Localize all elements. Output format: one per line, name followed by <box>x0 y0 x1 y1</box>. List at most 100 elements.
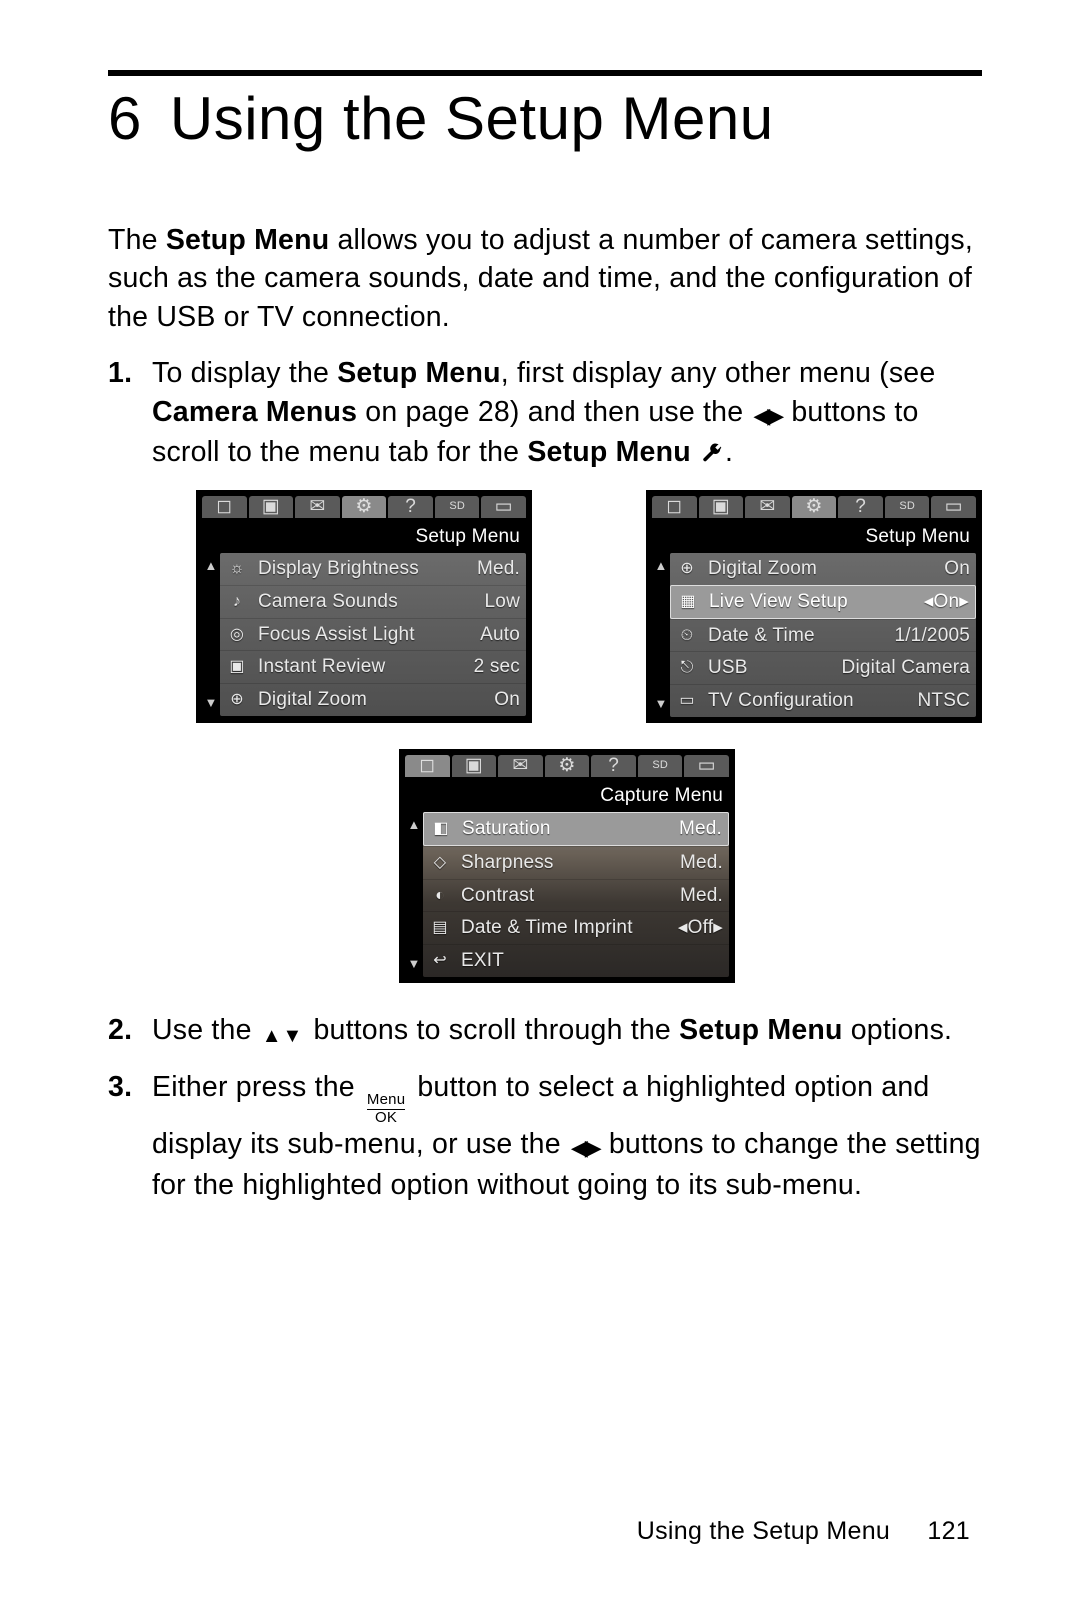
menu-row: ⎋ USB Digital Camera <box>670 651 976 684</box>
tab-icon: ▭ <box>684 755 729 777</box>
menu-value: On <box>944 556 970 582</box>
text: options. <box>843 1014 953 1046</box>
menu-row: ◐ Contrast Med. <box>423 879 729 912</box>
menu-row: ☼ Display Brightness Med. <box>220 553 526 585</box>
menu-row: ▣ Instant Review 2 sec <box>220 650 526 683</box>
page-footer: Using the Setup Menu 121 <box>637 1517 970 1546</box>
menu-row-exit: ↩EXIT <box>423 944 729 977</box>
step-3: Either press the MenuOK button to select… <box>108 1068 982 1204</box>
chapter-number: 6 <box>108 84 142 153</box>
tab-setup-icon: ⚙ <box>342 496 387 518</box>
exit-icon: ↩ <box>427 950 453 972</box>
tv-icon: ▭ <box>674 690 700 712</box>
tab-icon: ? <box>388 496 433 518</box>
scroll-indicator: ▲▼ <box>202 553 220 715</box>
focus-icon: ◎ <box>224 624 250 646</box>
menu-value: Med. <box>679 816 722 842</box>
menu-label: Date & Time Imprint <box>461 915 670 941</box>
lcd-setup-right: ◻ ▣ ✉ ⚙ ? SD ▭ Setup Menu ▲▼ ⊕Digital Zo… <box>646 490 982 723</box>
page-number: 121 <box>927 1517 970 1545</box>
tab-setup-icon: ⚙ <box>792 496 837 518</box>
menu-row: ⊕ Digital Zoom On <box>220 683 526 716</box>
scroll-indicator: ▲▼ <box>405 812 423 976</box>
menu-value: Med. <box>680 883 723 909</box>
menu-label: USB <box>708 655 834 681</box>
menu-label: Digital Zoom <box>258 687 486 713</box>
tab-bar: ◻ ▣ ✉ ⚙ ? SD ▭ <box>202 496 526 518</box>
menu-value: Med. <box>680 850 723 876</box>
menu-value: ◂Off▸ <box>678 915 723 941</box>
brightness-icon: ☼ <box>224 558 250 580</box>
zoom-icon: ⊕ <box>224 689 250 711</box>
menu-label: Live View Setup <box>709 589 916 615</box>
left-right-arrows-icon <box>571 1127 599 1165</box>
review-icon: ▣ <box>224 656 250 678</box>
lcd-title: Setup Menu <box>202 522 526 554</box>
text: , first display any other menu (see <box>501 357 936 389</box>
menu-ok-button-icon: MenuOK <box>367 1092 405 1126</box>
chapter-header: 6 Using the Setup Menu <box>108 84 982 153</box>
sharpness-icon: ◇ <box>427 852 453 874</box>
tab-icon: ⚙ <box>545 755 590 777</box>
tab-icon: ▣ <box>699 496 744 518</box>
tab-icon: ? <box>591 755 636 777</box>
text: on page 28) and then use the <box>357 396 751 428</box>
date-imprint-icon: ▤ <box>427 917 453 939</box>
scroll-indicator: ▲▼ <box>652 553 670 716</box>
menu-value: On <box>494 687 520 713</box>
tab-icon: ▣ <box>452 755 497 777</box>
step-1: To display the Setup Menu, first display… <box>108 354 982 982</box>
clock-icon: ⏲ <box>674 625 700 647</box>
menu-row-highlighted: ◧ Saturation Med. <box>423 812 729 846</box>
bold-setup-menu: Setup Menu <box>166 224 330 256</box>
footer-label: Using the Setup Menu <box>637 1517 890 1545</box>
step-2: Use the buttons to scroll through the Se… <box>108 1011 982 1052</box>
lcd-capture-center: ◻ ▣ ✉ ⚙ ? SD ▭ Capture Menu ▲▼ ◧Saturati… <box>399 749 735 983</box>
tab-bar: ◻ ▣ ✉ ⚙ ? SD ▭ <box>652 496 976 518</box>
tab-icon: ? <box>838 496 883 518</box>
menu-label: Sharpness <box>461 850 672 876</box>
tab-icon: SD <box>638 755 683 777</box>
menu-row: ◇ Sharpness Med. <box>423 846 729 879</box>
menu-row: ⊕Digital ZoomOn <box>670 553 976 585</box>
menu-label: Saturation <box>462 816 671 842</box>
menu-value: Digital Camera <box>842 655 970 681</box>
menu-value: Med. <box>477 556 520 582</box>
text: To display the <box>152 357 337 389</box>
menu-value: Auto <box>480 622 520 648</box>
tab-icon: ▣ <box>249 496 294 518</box>
menu-label: Display Brightness <box>258 556 469 582</box>
menu-value: Low <box>485 589 520 615</box>
tab-icon: SD <box>435 496 480 518</box>
left-right-arrows-icon <box>753 395 781 433</box>
menu-row-highlighted: ▦ Live View Setup ◂On▸ <box>670 585 976 619</box>
menu-label: Digital Zoom <box>708 556 936 582</box>
menu-label: Date & Time <box>708 623 886 649</box>
tab-icon: SD <box>885 496 930 518</box>
menu-label: Contrast <box>461 883 672 909</box>
bold-setup-menu: Setup Menu <box>337 357 501 389</box>
tab-icon: ✉ <box>498 755 543 777</box>
menu-label: Focus Assist Light <box>258 622 472 648</box>
menu-label: Instant Review <box>258 654 466 680</box>
contrast-icon: ◐ <box>427 885 453 907</box>
bold-setup-menu: Setup Menu <box>527 436 691 468</box>
tab-icon: ◻ <box>202 496 247 518</box>
usb-icon: ⎋ <box>674 657 700 679</box>
wrench-icon <box>701 437 723 475</box>
chapter-title: Using the Setup Menu <box>170 84 774 153</box>
liveview-icon: ▦ <box>675 591 701 613</box>
bold-setup-menu: Setup Menu <box>679 1014 843 1046</box>
chapter-rule <box>108 70 982 76</box>
text <box>691 436 699 468</box>
saturation-icon: ◧ <box>428 818 454 840</box>
tab-icon: ✉ <box>745 496 790 518</box>
tab-icon: ◻ <box>652 496 697 518</box>
menu-row: ▭TV ConfigurationNTSC <box>670 684 976 717</box>
menu-value: 2 sec <box>474 654 520 680</box>
lcd-title: Setup Menu <box>652 522 976 554</box>
intro-paragraph: The Setup Menu allows you to adjust a nu… <box>108 221 982 336</box>
menu-value: ◂On▸ <box>924 589 969 615</box>
up-down-arrows-icon <box>262 1014 304 1052</box>
lcd-title: Capture Menu <box>405 781 729 813</box>
